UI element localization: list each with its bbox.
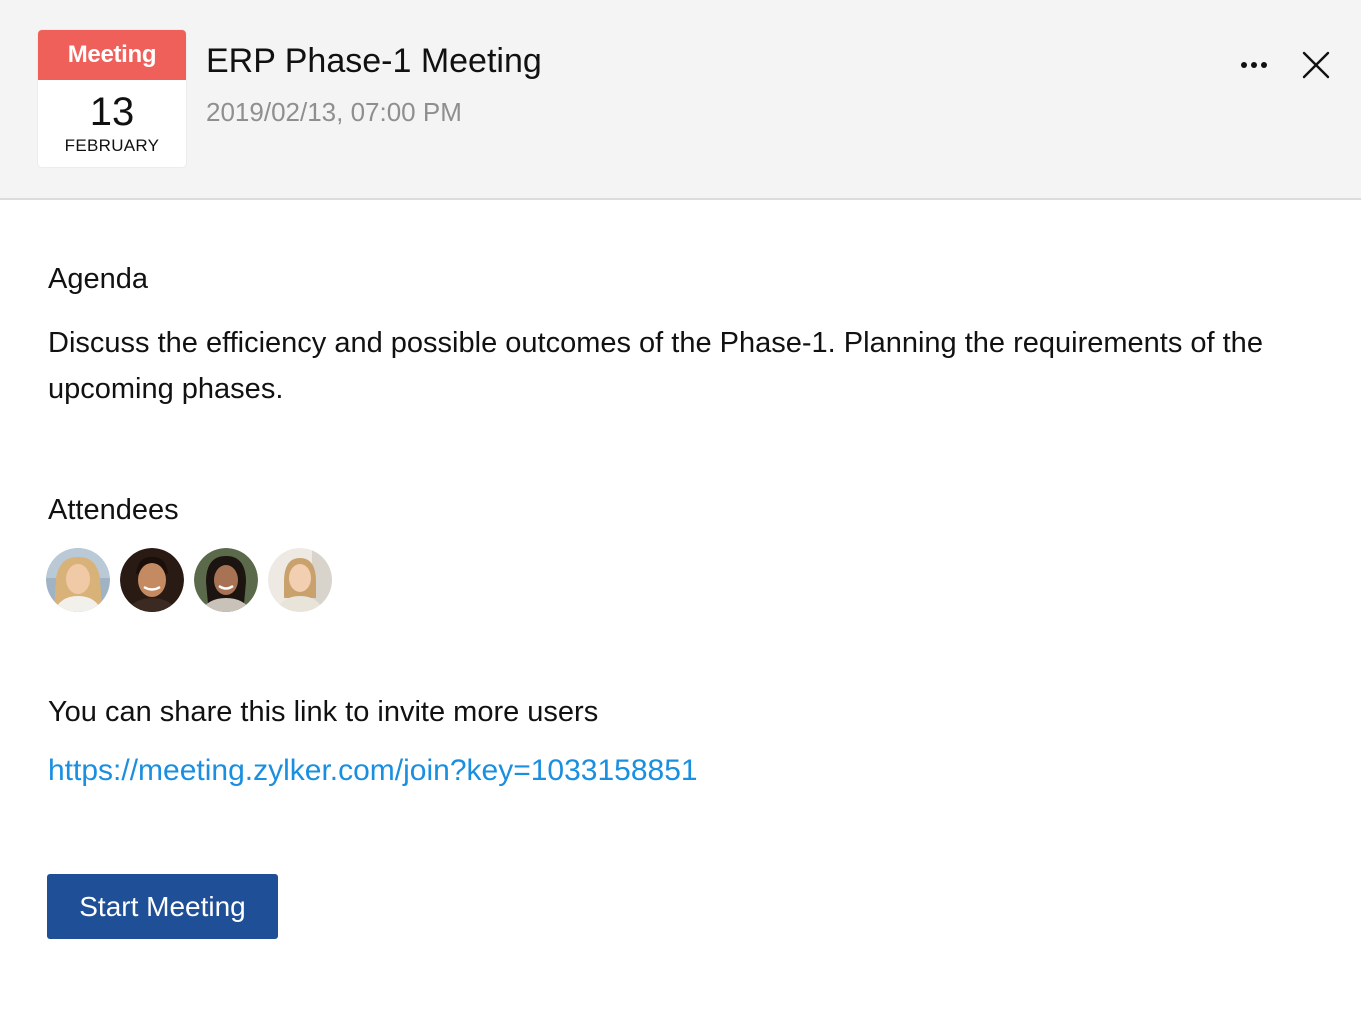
meeting-type-badge: Meeting bbox=[38, 30, 186, 80]
start-meeting-button[interactable]: Start Meeting bbox=[47, 874, 278, 939]
meeting-details-panel: Meeting 13 FEBRUARY ERP Phase-1 Meeting … bbox=[0, 0, 1361, 1033]
meeting-title: ERP Phase-1 Meeting bbox=[206, 42, 542, 80]
invite-heading: You can share this link to invite more u… bbox=[48, 696, 599, 728]
avatar[interactable] bbox=[46, 548, 110, 612]
more-options-button[interactable] bbox=[1232, 48, 1276, 82]
avatar[interactable] bbox=[268, 548, 332, 612]
meeting-header: Meeting 13 FEBRUARY ERP Phase-1 Meeting … bbox=[0, 0, 1361, 200]
avatar[interactable] bbox=[120, 548, 184, 612]
date-card: Meeting 13 FEBRUARY bbox=[38, 30, 186, 167]
more-horizontal-icon bbox=[1239, 62, 1269, 68]
meeting-datetime: 2019/02/13, 07:00 PM bbox=[206, 97, 462, 127]
date-day: 13 bbox=[89, 90, 135, 134]
avatar[interactable] bbox=[194, 548, 258, 612]
attendees-heading: Attendees bbox=[48, 494, 179, 526]
agenda-text: Discuss the efficiency and possible outc… bbox=[48, 327, 1263, 405]
attendee-list bbox=[46, 548, 342, 614]
agenda-heading: Agenda bbox=[48, 263, 148, 295]
close-icon bbox=[1302, 51, 1330, 79]
invite-link[interactable]: https://meeting.zylker.com/join?key=1033… bbox=[48, 752, 698, 790]
close-button[interactable] bbox=[1296, 45, 1336, 85]
date-month: FEBRUARY bbox=[64, 136, 160, 155]
